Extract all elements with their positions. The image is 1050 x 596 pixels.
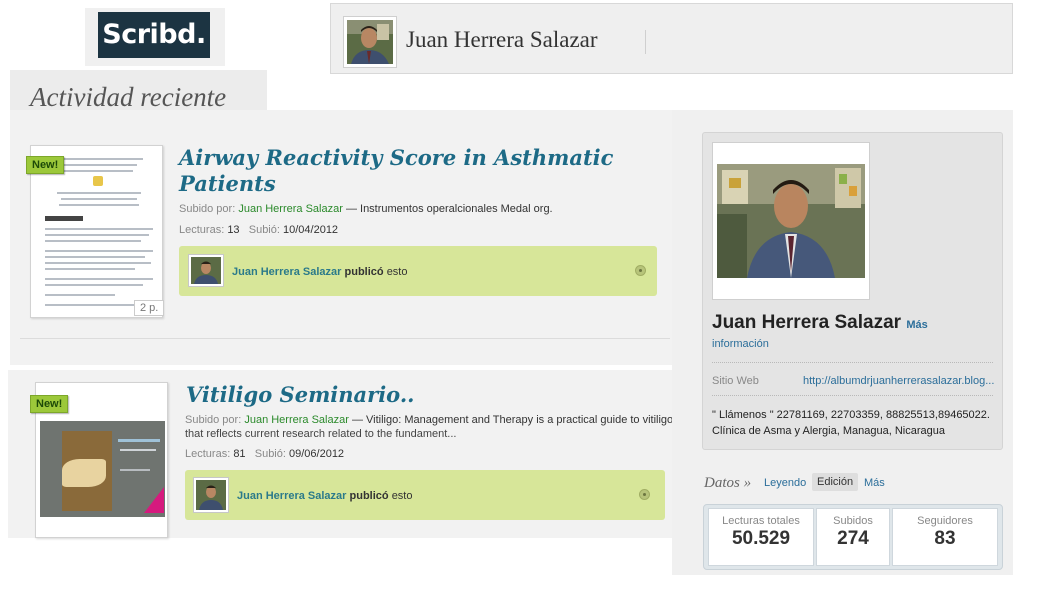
header-divider	[645, 30, 646, 54]
avatar-photo-icon	[191, 257, 221, 284]
website-label: Sitio Web	[712, 375, 759, 387]
stat-value: 50.529	[731, 528, 791, 549]
page-count-badge: 2 p.	[134, 300, 165, 316]
profile-photo-icon	[717, 164, 865, 278]
reads-count: 81	[233, 448, 246, 460]
tab-reading[interactable]: Leyendo	[764, 477, 806, 489]
stat-label: Subidos	[833, 515, 873, 527]
contact-info: " Llámenos " 22781169, 22703359, 8882551…	[712, 407, 1002, 439]
uploaded-by-label: Subido por:	[185, 414, 242, 426]
date-label: Subió:	[248, 224, 280, 236]
more-info-link-continued[interactable]: información	[712, 338, 769, 350]
uploader-suffix: — Instrumentos operalcionales Medal org.	[345, 203, 553, 215]
options-dot-icon[interactable]	[639, 489, 650, 500]
published-verb: publicó	[344, 266, 384, 278]
stat-value: 274	[837, 528, 869, 549]
document-title-link[interactable]: Airway Reactivity Score in Asthmatic Pat…	[179, 145, 659, 197]
contact-line: " Llámenos " 22781169, 22703359, 8882551…	[712, 409, 990, 421]
avatar-photo-icon	[347, 20, 393, 64]
upload-date: 10/04/2012	[283, 224, 339, 236]
uploader-suffix: — Vitiligo: Management and Therapy is a …	[351, 414, 674, 426]
uploaded-by-label: Subido por:	[179, 203, 236, 215]
stats-title: Datos »	[704, 475, 752, 491]
stat-followers[interactable]: Seguidores 83	[892, 508, 998, 566]
reads-date-line: Lecturas: 13 Subió: 10/04/2012	[179, 224, 338, 236]
scribd-logo[interactable]: Scribd.	[98, 12, 210, 58]
avatar-photo-icon	[196, 480, 226, 510]
reads-label: Lecturas:	[185, 448, 231, 460]
tab-editing[interactable]: Edición	[812, 473, 859, 491]
stat-value: 83	[934, 528, 956, 549]
tab-more[interactable]: Más	[864, 477, 885, 489]
reads-count: 13	[227, 224, 240, 236]
stat-total-reads[interactable]: Lecturas totales 50.529	[708, 508, 814, 566]
new-badge: New!	[26, 156, 65, 174]
published-suffix: esto	[391, 490, 413, 502]
document-title-link[interactable]: Vitiligo Seminario..	[186, 382, 656, 408]
reads-date-line: Lecturas: 81 Subió: 09/06/2012	[185, 448, 344, 460]
published-verb: publicó	[349, 490, 389, 502]
upload-date: 09/06/2012	[289, 448, 345, 460]
website-link[interactable]: http://albumdrjuanherrerasalazar.blog...	[803, 375, 994, 387]
document-description: that reflects current research related t…	[185, 428, 457, 440]
profile-photo[interactable]	[712, 142, 870, 300]
uploader-link[interactable]: Juan Herrera Salazar	[238, 203, 343, 215]
divider	[712, 362, 993, 363]
uploader-link[interactable]: Juan Herrera Salazar	[244, 414, 349, 426]
section-title: Actividad reciente	[30, 82, 227, 112]
published-text: Juan Herrera Salazar publicó esto	[237, 490, 412, 502]
stat-label: Seguidores	[917, 515, 973, 527]
uploaded-by-line: Subido por: Juan Herrera Salazar — Instr…	[179, 203, 553, 215]
contact-line: Clínica de Asma y Alergia, Managua, Nica…	[712, 425, 945, 437]
publisher-avatar[interactable]	[188, 254, 224, 287]
date-label: Subió:	[254, 448, 286, 460]
publisher-name-link[interactable]: Juan Herrera Salazar	[237, 490, 346, 502]
header-avatar[interactable]	[343, 16, 397, 68]
stat-label: Lecturas totales	[722, 515, 800, 527]
publisher-avatar[interactable]	[193, 477, 229, 513]
divider	[712, 395, 993, 396]
new-badge: New!	[30, 395, 69, 413]
options-dot-icon[interactable]	[635, 265, 646, 276]
reads-label: Lecturas:	[179, 224, 225, 236]
publisher-name-link[interactable]: Juan Herrera Salazar	[232, 266, 341, 278]
uploaded-by-line: Subido por: Juan Herrera Salazar — Vitil…	[185, 414, 673, 426]
profile-name[interactable]: Juan Herrera Salazar Más	[712, 312, 928, 334]
profile-name-text[interactable]: Juan Herrera Salazar	[712, 312, 901, 333]
stat-uploads[interactable]: Subidos 274	[816, 508, 890, 566]
published-text: Juan Herrera Salazar publicó esto	[232, 266, 407, 278]
more-info-link[interactable]: Más	[906, 319, 927, 331]
published-suffix: esto	[386, 266, 408, 278]
header-user-name[interactable]: Juan Herrera Salazar	[406, 27, 598, 53]
